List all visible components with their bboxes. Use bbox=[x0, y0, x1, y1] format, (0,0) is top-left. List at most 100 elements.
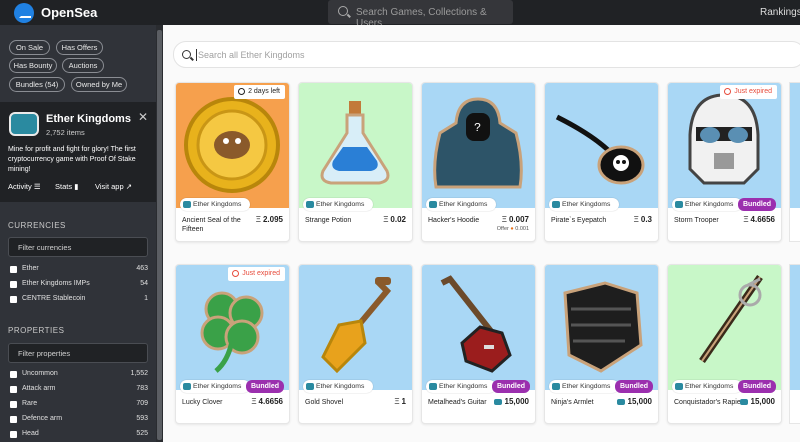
asset-card[interactable]: Ether Kingdoms Bundled Conquistador's Rapi… bbox=[667, 264, 782, 424]
collection-tag[interactable]: Ether Kingdoms bbox=[672, 198, 742, 211]
currency-row-ether[interactable]: Ether 463 bbox=[10, 265, 148, 277]
currency-row-centre[interactable]: CENTRE Stablecoin 1 bbox=[10, 295, 148, 307]
filter-has-bounty[interactable]: Has Bounty bbox=[9, 58, 57, 73]
property-row-head[interactable]: Head 525 bbox=[10, 430, 148, 442]
asset-price: 15,000 bbox=[616, 397, 652, 406]
checkbox[interactable] bbox=[10, 266, 17, 273]
rankings-link[interactable]: Rankings bbox=[760, 7, 800, 18]
collection-tag[interactable]: Ether Kingdoms bbox=[426, 380, 496, 393]
offer-label: Offer bbox=[496, 226, 509, 232]
filter-has-offers[interactable]: Has Offers bbox=[56, 40, 103, 55]
asset-image[interactable] bbox=[299, 265, 412, 390]
filter-currencies-placeholder: Filter currencies bbox=[18, 243, 72, 252]
stats-link[interactable]: Stats ▮ bbox=[55, 182, 78, 191]
collection-tag[interactable]: Ether Kingdoms bbox=[180, 198, 250, 211]
asset-image[interactable] bbox=[422, 265, 535, 390]
asset-image[interactable] bbox=[176, 83, 289, 208]
sidebar-scrollbar[interactable] bbox=[156, 25, 163, 442]
property-row-attack-arm[interactable]: Attack arm 783 bbox=[10, 385, 148, 397]
asset-card[interactable]: Just expired Ether Kingdoms Bundled Lucky C… bbox=[175, 264, 290, 424]
asset-name[interactable]: Conquistador's Rapier bbox=[674, 398, 744, 407]
asset-image[interactable] bbox=[668, 83, 781, 208]
checkbox[interactable] bbox=[10, 371, 17, 378]
activity-link[interactable]: Activity ☰ bbox=[8, 182, 41, 191]
property-label: Defence arm bbox=[22, 415, 63, 422]
filter-properties-input[interactable]: Filter properties bbox=[8, 343, 148, 363]
close-icon[interactable]: ✕ bbox=[138, 110, 148, 124]
asset-card-partial[interactable] bbox=[789, 82, 800, 242]
checkbox[interactable] bbox=[10, 431, 17, 438]
price-value: 4.6656 bbox=[750, 215, 775, 224]
asset-card[interactable]: Ether Kingdoms Bundled Metalhead's Guitar 1… bbox=[421, 264, 536, 424]
global-search-input[interactable]: Search Games, Collections & Users bbox=[328, 0, 513, 29]
asset-image[interactable] bbox=[545, 83, 658, 208]
collection-tag[interactable]: Ether Kingdoms bbox=[549, 380, 619, 393]
scrollbar-thumb[interactable] bbox=[157, 30, 162, 440]
asset-name[interactable]: Metalhead's Guitar bbox=[428, 398, 498, 407]
brand-name[interactable]: OpenSea bbox=[41, 5, 97, 20]
collection-mini-icon bbox=[183, 201, 191, 208]
asset-name[interactable]: Strange Potion bbox=[305, 216, 375, 225]
collection-tag[interactable]: Ether Kingdoms bbox=[549, 198, 619, 211]
asset-card-partial[interactable] bbox=[789, 264, 800, 424]
asset-name[interactable]: Hacker's Hoodie bbox=[428, 216, 498, 225]
asset-card[interactable]: Just expired Ether Kingdoms Bundled Storm T… bbox=[667, 82, 782, 242]
collection-tag[interactable]: Ether Kingdoms bbox=[303, 198, 373, 211]
checkbox[interactable] bbox=[10, 401, 17, 408]
asset-card[interactable]: ? Ether Kingdoms Hacker's Hoodie Ξ 0.007 Offe… bbox=[421, 82, 536, 242]
time-left-label: Just expired bbox=[242, 270, 280, 277]
asset-image[interactable] bbox=[176, 265, 289, 390]
bundled-badge: Bundled bbox=[615, 380, 653, 393]
property-row-uncommon[interactable]: Uncommon 1,552 bbox=[10, 370, 148, 382]
checkbox[interactable] bbox=[10, 296, 17, 303]
collection-tag[interactable]: Ether Kingdoms bbox=[426, 198, 496, 211]
asset-card[interactable]: Ether Kingdoms Bundled Ninja's Armlet 15,00… bbox=[544, 264, 659, 424]
asset-card[interactable]: Ether Kingdoms Gold Shovel Ξ 1 bbox=[298, 264, 413, 424]
property-row-defence-arm[interactable]: Defence arm 593 bbox=[10, 415, 148, 427]
checkbox[interactable] bbox=[10, 386, 17, 393]
currency-row-imps[interactable]: Ether Kingdoms IMPs 54 bbox=[10, 280, 148, 292]
currencies-title: CURRENCIES bbox=[8, 221, 66, 230]
collection-mini-icon bbox=[183, 383, 191, 390]
filter-bundles[interactable]: Bundles (54) bbox=[9, 77, 65, 92]
time-left-badge: Just expired bbox=[228, 267, 285, 281]
asset-card[interactable]: Ether Kingdoms Pirate`s Eyepatch Ξ 0.3 bbox=[544, 82, 659, 242]
eth-icon: Ξ bbox=[743, 215, 749, 224]
visit-app-label: Visit app bbox=[95, 182, 124, 191]
visit-app-link[interactable]: Visit app ↗ bbox=[95, 182, 132, 191]
collection-tag[interactable]: Ether Kingdoms bbox=[672, 380, 742, 393]
asset-card[interactable]: Ether Kingdoms Strange Potion Ξ 0.02 bbox=[298, 82, 413, 242]
collection-tag[interactable]: Ether Kingdoms bbox=[180, 380, 250, 393]
property-row-rare[interactable]: Rare 709 bbox=[10, 400, 148, 412]
price-value: 0.3 bbox=[640, 215, 652, 224]
filter-on-sale[interactable]: On Sale bbox=[9, 40, 50, 55]
asset-image[interactable] bbox=[545, 265, 658, 390]
list-icon: ☰ bbox=[33, 182, 41, 191]
asset-name[interactable]: Ninja's Armlet bbox=[551, 398, 621, 407]
asset-image[interactable] bbox=[668, 265, 781, 390]
filter-currencies-input[interactable]: Filter currencies bbox=[8, 237, 148, 257]
eth-icon: Ξ bbox=[501, 215, 507, 224]
collection-tag[interactable]: Ether Kingdoms bbox=[303, 380, 373, 393]
asset-name[interactable]: Gold Shovel bbox=[305, 398, 375, 407]
shovel-icon bbox=[321, 277, 392, 374]
asset-card[interactable]: 2 days left Ether Kingdoms Ancient Seal of… bbox=[175, 82, 290, 242]
collection-mini-icon bbox=[675, 383, 683, 390]
collection-panel: Ether Kingdoms 2,752 items ✕ Mine for pr… bbox=[0, 102, 156, 202]
checkbox[interactable] bbox=[10, 416, 17, 423]
filter-owned-by-me[interactable]: Owned by Me bbox=[71, 77, 127, 92]
eth-icon: Ξ bbox=[251, 397, 257, 406]
asset-name[interactable]: Storm Trooper bbox=[674, 216, 744, 225]
price-value: 4.6656 bbox=[258, 397, 283, 406]
asset-name[interactable]: Lucky Clover bbox=[182, 398, 252, 407]
eth-icon: Ξ bbox=[255, 215, 261, 224]
asset-image[interactable] bbox=[299, 83, 412, 208]
checkbox[interactable] bbox=[10, 281, 17, 288]
asset-name[interactable]: Ancient Seal of the Fifteen bbox=[182, 216, 252, 234]
asset-name[interactable]: Pirate`s Eyepatch bbox=[551, 216, 621, 225]
filter-auctions[interactable]: Auctions bbox=[62, 58, 104, 73]
opensea-logo-icon[interactable] bbox=[14, 3, 34, 23]
collection-search-input[interactable]: Search all Ether Kingdoms bbox=[173, 41, 800, 68]
asset-image[interactable]: ? bbox=[422, 83, 535, 208]
price-value: 15,000 bbox=[750, 397, 775, 406]
